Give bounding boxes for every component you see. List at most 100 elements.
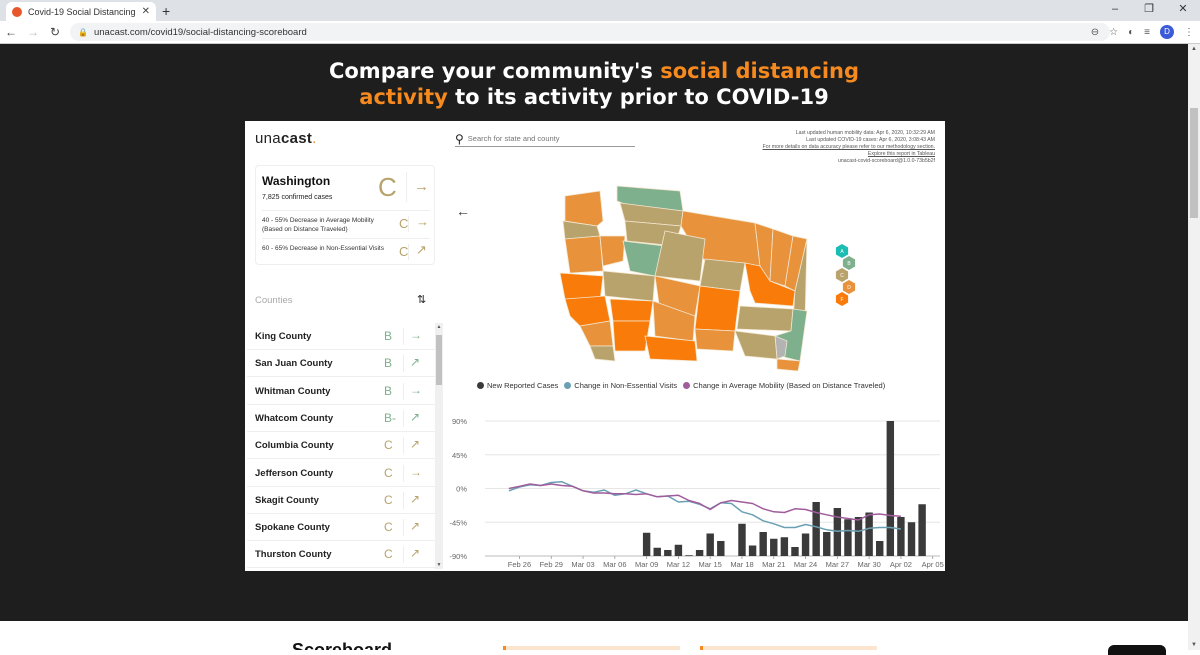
cases-bar[interactable] — [812, 502, 820, 556]
scroll-up-icon[interactable]: ▲ — [435, 324, 443, 330]
legend-item[interactable]: New Reported Cases — [477, 381, 558, 390]
search-input[interactable] — [467, 134, 628, 143]
close-window-icon[interactable]: ✕ — [1166, 0, 1200, 21]
search-bar[interactable]: ⚲ — [455, 131, 635, 147]
county-region[interactable] — [599, 235, 626, 267]
county-row[interactable]: Thurston County C ↗ — [247, 541, 435, 569]
cases-bar[interactable] — [780, 537, 789, 556]
legend-item[interactable]: Change in Non-Essential Visits — [564, 381, 677, 390]
x-tick-label: Mar 24 — [794, 560, 817, 569]
page-scrollbar-thumb[interactable] — [1190, 108, 1198, 218]
divider — [403, 464, 404, 482]
zoom-icon[interactable]: ⊖ — [1091, 27, 1099, 38]
cases-bar[interactable] — [717, 541, 725, 556]
methodology-link[interactable]: For more details on data accuracy please… — [763, 144, 935, 151]
legend-item[interactable]: Change in Average Mobility (Based on Dis… — [683, 381, 885, 390]
county-region[interactable] — [564, 295, 611, 327]
county-row[interactable]: King County B → — [247, 323, 435, 350]
county-row[interactable]: Columbia County C ↗ — [247, 432, 435, 460]
scroll-down-icon[interactable]: ▼ — [1188, 642, 1200, 648]
restore-icon[interactable]: ❐ — [1132, 0, 1166, 21]
county-row[interactable]: Whatcom County B- ↗ — [247, 405, 435, 432]
cases-bar[interactable] — [823, 532, 831, 556]
county-region[interactable] — [609, 298, 654, 322]
county-region[interactable] — [776, 358, 801, 371]
cases-bar[interactable] — [801, 533, 810, 557]
county-region[interactable] — [694, 328, 736, 352]
back-icon[interactable]: ← — [0, 25, 22, 39]
cases-bar[interactable] — [907, 522, 916, 556]
washington-county-map[interactable] — [555, 181, 815, 371]
mobility-update-time: Last updated human mobility data: Apr 6,… — [795, 130, 935, 136]
county-row[interactable]: Skagit County C ↗ — [247, 487, 435, 514]
cases-bar[interactable] — [865, 512, 873, 557]
county-row[interactable]: Whitman County B → — [247, 378, 435, 405]
search-icon: ⚲ — [455, 131, 464, 146]
cases-bar[interactable] — [844, 519, 852, 556]
close-tab-icon[interactable]: ✕ — [142, 6, 150, 17]
cases-bar[interactable] — [854, 517, 863, 556]
reload-icon[interactable]: ↻ — [44, 25, 66, 39]
media-control-icon[interactable]: ≡ — [1144, 27, 1150, 38]
county-list-scrollbar[interactable]: ▲ ▼ — [435, 323, 443, 569]
average-mobility-line[interactable] — [508, 483, 901, 521]
cases-bar[interactable] — [748, 545, 757, 557]
county-region[interactable] — [694, 285, 741, 332]
bookmark-star-icon[interactable]: ☆ — [1109, 27, 1118, 38]
county-name: Skagit County — [255, 494, 319, 506]
county-row[interactable]: Spokane County C ↗ — [247, 514, 435, 542]
cases-bar[interactable] — [642, 532, 651, 556]
county-row[interactable]: San Juan County B ↗ — [247, 350, 435, 378]
cases-bar[interactable] — [876, 541, 884, 556]
scroll-up-icon[interactable]: ▲ — [1188, 46, 1200, 52]
county-region[interactable] — [736, 305, 794, 332]
cases-bar[interactable] — [695, 550, 704, 556]
cases-bar[interactable] — [918, 504, 926, 556]
profile-avatar[interactable]: D — [1160, 25, 1174, 39]
sort-icon[interactable]: ⇅ — [417, 293, 426, 306]
forward-icon[interactable]: → — [22, 25, 44, 39]
address-bar[interactable]: 🔒 unacast.com/covid19/social-distancing-… — [70, 23, 1110, 41]
cases-bar[interactable] — [886, 421, 895, 556]
cases-bar[interactable] — [791, 547, 799, 556]
cases-bar[interactable] — [685, 555, 693, 557]
divider — [403, 409, 404, 427]
county-name: Thurston County — [255, 549, 332, 561]
back-arrow-icon[interactable]: ← — [456, 203, 470, 219]
unacast-logo[interactable]: unacast. — [255, 130, 317, 147]
county-name: Whitman County — [255, 385, 331, 397]
county-region[interactable] — [564, 235, 604, 274]
cases-bar[interactable] — [653, 547, 661, 556]
cases-bar[interactable] — [770, 538, 778, 556]
mobility-metric-label: 40 - 55% Decrease in Average Mobility (B… — [262, 217, 374, 233]
x-tick-label: Apr 02 — [890, 560, 912, 569]
scrollbar-thumb[interactable] — [436, 335, 442, 385]
county-trend-arrow-icon: → — [410, 382, 422, 397]
cases-bar[interactable] — [738, 523, 746, 556]
cases-bar[interactable] — [674, 544, 683, 556]
county-trend-arrow-icon: ↗ — [410, 546, 421, 561]
county-region[interactable] — [564, 190, 604, 227]
cases-bar[interactable] — [664, 550, 672, 556]
county-region[interactable] — [602, 270, 656, 302]
county-region[interactable] — [589, 345, 616, 362]
tab-title: Covid-19 Social Distancing Score — [28, 6, 138, 17]
minimize-icon[interactable]: – — [1098, 0, 1132, 21]
menu-icon[interactable]: ⋮ — [1184, 27, 1194, 38]
browser-tab[interactable]: Covid-19 Social Distancing Score ✕ — [6, 2, 156, 21]
county-region[interactable] — [734, 330, 778, 360]
cases-bar[interactable] — [897, 517, 905, 556]
url-text[interactable]: unacast.com/covid19/social-distancing-sc… — [94, 27, 307, 38]
scroll-down-icon[interactable]: ▼ — [435, 562, 443, 568]
county-region[interactable] — [699, 258, 746, 292]
dark-button[interactable] — [1108, 645, 1166, 655]
cases-bar[interactable] — [759, 532, 767, 556]
y-tick-label: 45% — [452, 451, 467, 460]
tableau-link[interactable]: Explore this report in Tableau — [763, 151, 935, 158]
page-scrollbar[interactable]: ▲ ▼ — [1188, 44, 1200, 650]
county-row[interactable]: Jefferson County C → — [247, 460, 435, 487]
cases-bar[interactable] — [706, 533, 714, 557]
extension-icon[interactable]: ◐ — [1128, 27, 1134, 38]
county-region[interactable] — [612, 320, 651, 352]
new-tab-button[interactable]: + — [162, 3, 170, 19]
